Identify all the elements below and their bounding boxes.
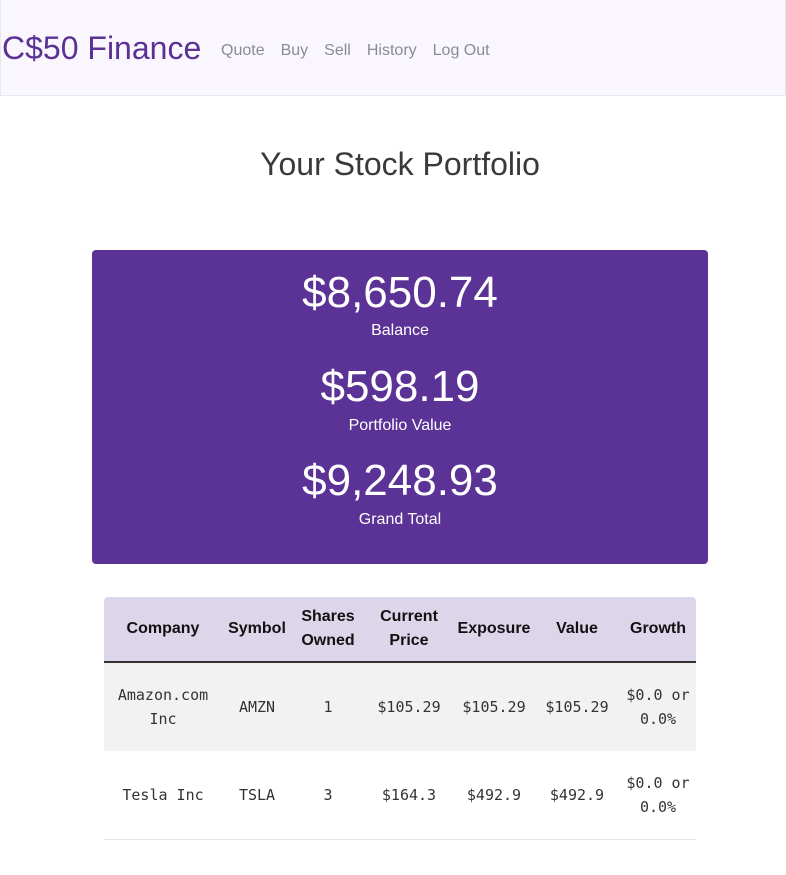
cell-exposure: $105.29 bbox=[462, 698, 526, 716]
table-header-row: Company Symbol Shares Owned Current Pric… bbox=[104, 597, 696, 663]
balance-value: $8,650.74 bbox=[302, 268, 498, 317]
nav-link-sell[interactable]: Sell bbox=[324, 40, 351, 62]
cell-price: $164.3 bbox=[381, 786, 437, 804]
nav-link-logout[interactable]: Log Out bbox=[433, 40, 490, 62]
column-header-shares: Shares Owned bbox=[292, 597, 364, 663]
column-header-exposure: Exposure bbox=[454, 597, 534, 663]
navbar: C$50 Finance Quote Buy Sell History Log … bbox=[0, 0, 786, 96]
column-header-company: Company bbox=[104, 597, 222, 663]
cell-company: Tesla Inc bbox=[122, 786, 204, 804]
portfolio-value: $598.19 bbox=[320, 362, 480, 411]
column-header-growth: Growth bbox=[620, 597, 696, 663]
portfolio-value-label: Portfolio Value bbox=[348, 417, 452, 434]
cell-growth: $0.0 or 0.0% bbox=[626, 686, 690, 728]
column-header-symbol: Symbol bbox=[222, 597, 292, 663]
page-title: Your Stock Portfolio bbox=[260, 146, 540, 182]
column-header-price: Current Price bbox=[364, 597, 454, 663]
table-row: Amazon.com Inc AMZN 1 $105.29 $105.29 $1… bbox=[104, 662, 696, 751]
cell-price: $105.29 bbox=[377, 698, 441, 716]
cell-value: $492.9 bbox=[549, 786, 605, 804]
cell-value: $105.29 bbox=[545, 698, 609, 716]
cell-symbol: TSLA bbox=[238, 786, 276, 804]
cell-shares: 3 bbox=[323, 786, 333, 804]
cell-growth: $0.0 or 0.0% bbox=[626, 774, 690, 816]
holdings-table-container: Company Symbol Shares Owned Current Pric… bbox=[104, 597, 696, 840]
nav-link-quote[interactable]: Quote bbox=[221, 40, 265, 62]
nav-link-history[interactable]: History bbox=[367, 40, 417, 62]
cell-company: Amazon.com Inc bbox=[117, 686, 209, 728]
table-row: Tesla Inc TSLA 3 $164.3 $492.9 $492.9 $0… bbox=[104, 751, 696, 840]
grand-total-value: $9,248.93 bbox=[302, 456, 498, 505]
nav-links: Quote Buy Sell History Log Out bbox=[221, 40, 506, 62]
grand-total-label: Grand Total bbox=[358, 511, 442, 528]
portfolio-summary-card: $8,650.74 Balance $598.19 Portfolio Valu… bbox=[92, 250, 708, 564]
brand-link[interactable]: C$50 Finance bbox=[2, 28, 201, 68]
cell-exposure: $492.9 bbox=[466, 786, 522, 804]
column-header-value: Value bbox=[534, 597, 620, 663]
nav-link-buy[interactable]: Buy bbox=[281, 40, 309, 62]
cell-symbol: AMZN bbox=[238, 698, 276, 716]
holdings-table: Company Symbol Shares Owned Current Pric… bbox=[104, 597, 696, 840]
balance-label: Balance bbox=[371, 322, 429, 339]
cell-shares: 1 bbox=[323, 698, 333, 716]
